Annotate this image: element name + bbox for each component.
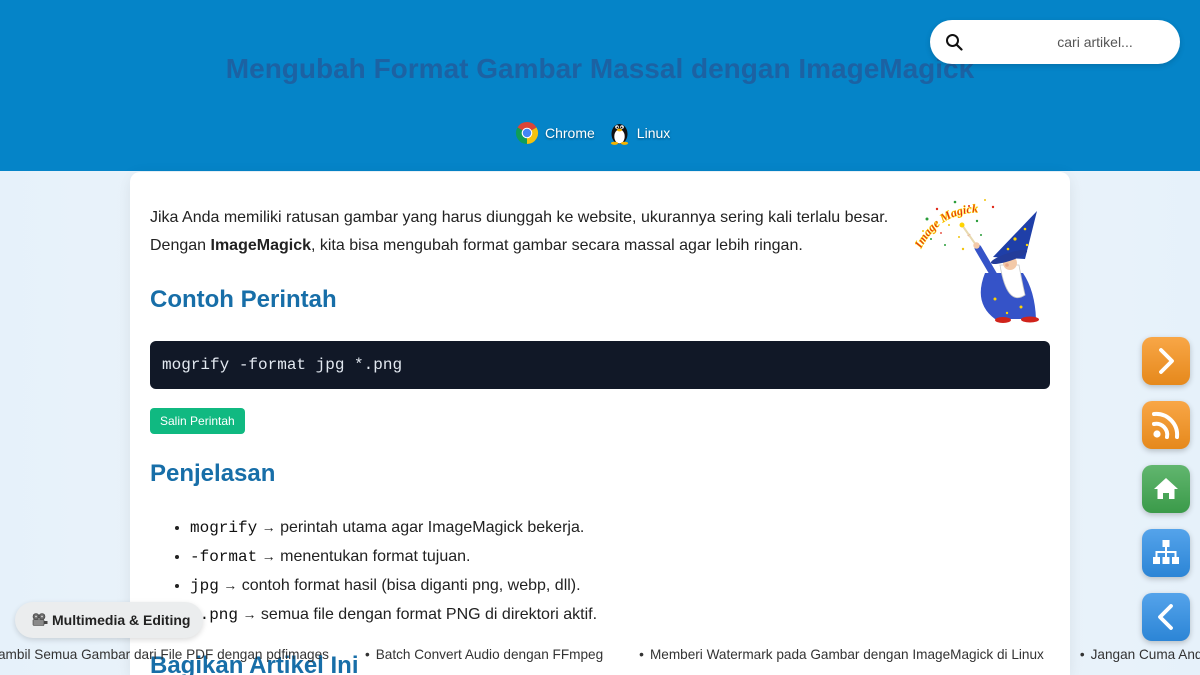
sitemap-button[interactable]: [1142, 529, 1190, 577]
search-box[interactable]: [930, 20, 1180, 64]
ticker-item[interactable]: ambil Semua Gambar dari File PDF dengan …: [0, 645, 329, 665]
item-text: semua file dengan format PNG di direktor…: [260, 606, 598, 623]
tag-chrome[interactable]: Chrome: [515, 121, 595, 145]
next-article-button[interactable]: [1142, 337, 1190, 385]
svg-text:Image Magick: Image Magick: [915, 201, 978, 251]
tag-linux[interactable]: Linux: [609, 121, 670, 145]
list-item: -format → menentukan format tujuan.: [190, 542, 1050, 571]
ticker-item[interactable]: Memberi Watermark pada Gambar dengan Ima…: [639, 645, 1044, 665]
heading-penjelasan: Penjelasan: [150, 460, 276, 487]
item-text: menentukan format tujuan.: [280, 548, 471, 565]
linux-penguin-icon: [610, 124, 628, 145]
copy-command-button[interactable]: Salin Perintah: [150, 408, 245, 434]
arrow: →: [261, 519, 276, 535]
copy-row: Salin Perintah: [150, 408, 1050, 434]
arrow: →: [242, 606, 257, 622]
related-articles-ticker: ambil Semua Gambar dari File PDF dengan …: [0, 645, 1200, 665]
item-text: perintah utama agar ImageMagick bekerja.: [280, 519, 585, 536]
home-icon: [1154, 478, 1178, 499]
search-input[interactable]: [1020, 20, 1170, 64]
category-label: Multimedia & Editing: [52, 612, 191, 628]
inline-code: jpg: [190, 577, 219, 595]
item-text: contoh format hasil (bisa diganti png, w…: [241, 577, 581, 594]
list-item: *.png → semua file dengan format PNG di …: [190, 600, 1050, 629]
ticker-item[interactable]: Jangan Cuma Anda: [1080, 645, 1200, 665]
home-button[interactable]: [1142, 465, 1190, 513]
ticker-track: ambil Semua Gambar dari File PDF dengan …: [0, 645, 1200, 665]
tag-label: Chrome: [545, 125, 595, 141]
chevron-left-icon: [1158, 604, 1173, 630]
tag-label: Linux: [636, 125, 671, 141]
projector-icon: [32, 613, 48, 626]
explanation-list: mogrify → perintah utama agar ImageMagic…: [150, 513, 1050, 629]
intro-paragraph: Jika Anda memiliki ratusan gambar yang h…: [150, 204, 910, 260]
rss-feed-button[interactable]: [1142, 401, 1190, 449]
list-item: jpg → contoh format hasil (bisa diganti …: [190, 571, 1050, 600]
list-item: mogrify → perintah utama agar ImageMagic…: [190, 513, 1050, 542]
code-block: mogrify -format jpg *.png: [150, 341, 1050, 389]
inline-code: mogrify: [190, 519, 258, 537]
article-card: Image Magick Jika Anda memiliki ratusan …: [130, 172, 1070, 675]
rss-icon: [1152, 411, 1180, 439]
arrow: →: [223, 577, 238, 593]
tag-list: Chrome Linux: [515, 121, 670, 145]
intro-bold: ImageMagick: [210, 237, 311, 254]
chrome-icon: [515, 121, 539, 144]
logo-text: Image Magick: [915, 201, 978, 251]
imagemagick-logo: Image Magick: [915, 199, 1039, 323]
category-badge[interactable]: Multimedia & Editing: [15, 602, 203, 638]
sitemap-icon: [1153, 540, 1179, 564]
chevron-right-icon: [1159, 348, 1174, 374]
previous-article-button[interactable]: [1142, 593, 1190, 641]
ticker-item[interactable]: Batch Convert Audio dengan FFmpeg: [365, 645, 603, 665]
intro-text: , kita bisa mengubah format gambar secar…: [310, 237, 803, 254]
arrow: →: [261, 548, 276, 564]
inline-code: -format: [190, 548, 258, 566]
search-icon[interactable]: [945, 33, 963, 51]
